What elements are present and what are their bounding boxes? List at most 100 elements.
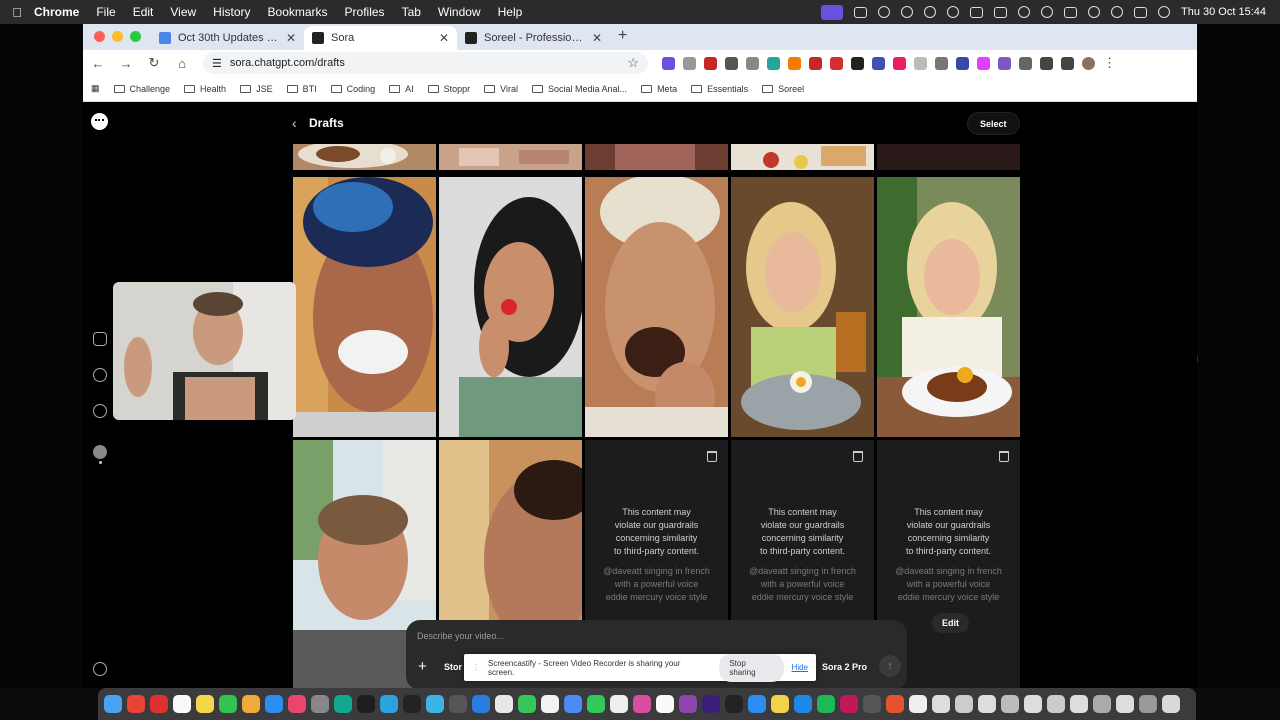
video-feed-icon[interactable]	[93, 332, 107, 346]
draft-thumbnail[interactable]	[731, 144, 874, 170]
tab-sora[interactable]: Sora ✕	[304, 26, 457, 50]
menu-app-name[interactable]: Chrome	[34, 5, 79, 19]
apple-icon[interactable]: 	[0, 5, 34, 20]
home-icon[interactable]: ⌂	[175, 56, 189, 71]
notifications-icon[interactable]	[93, 404, 107, 418]
bookmark-soreel[interactable]: Soreel	[762, 84, 804, 94]
forward-arrow-icon[interactable]: →	[119, 56, 133, 71]
extension-icon[interactable]	[830, 56, 843, 70]
wifi-icon[interactable]	[1088, 6, 1100, 18]
camera-icon[interactable]	[994, 6, 1007, 18]
draft-thumbnail[interactable]	[731, 177, 874, 437]
extension-icon[interactable]	[662, 56, 675, 70]
app-icon[interactable]	[403, 695, 421, 713]
bookmark-social-media[interactable]: Social Media Anal...	[532, 84, 627, 94]
stop-sharing-button[interactable]: Stop sharing	[719, 653, 784, 682]
menu-window[interactable]: Window	[438, 5, 481, 19]
zoom-window-button[interactable]	[130, 31, 141, 42]
recent-window-icon[interactable]	[932, 695, 950, 713]
site-info-icon[interactable]: ☰	[212, 57, 222, 70]
slack-icon[interactable]	[288, 695, 306, 713]
draft-thumbnail[interactable]	[293, 177, 436, 437]
recent-window-icon[interactable]	[955, 695, 973, 713]
pages-icon[interactable]	[242, 695, 260, 713]
app-icon[interactable]	[426, 695, 444, 713]
back-chevron-icon[interactable]: ‹	[292, 115, 297, 131]
extension-icon[interactable]	[893, 56, 906, 70]
app-icon[interactable]	[840, 695, 858, 713]
recent-window-icon[interactable]	[1116, 695, 1134, 713]
app-store-icon[interactable]	[265, 695, 283, 713]
app-icon[interactable]	[472, 695, 490, 713]
tab-google-doc[interactable]: Oct 30th Updates - Google D ✕	[151, 26, 304, 50]
app-icon[interactable]	[518, 695, 536, 713]
menu-bookmarks[interactable]: Bookmarks	[268, 5, 328, 19]
trash-icon[interactable]	[707, 451, 717, 462]
extension-icon[interactable]	[851, 56, 864, 70]
close-window-button[interactable]	[94, 31, 105, 42]
extensions-puzzle-icon[interactable]	[1019, 56, 1032, 70]
bookmark-health[interactable]: Health	[184, 84, 226, 94]
menu-history[interactable]: History	[213, 5, 250, 19]
downloads-icon[interactable]	[1139, 695, 1157, 713]
siri-icon[interactable]	[1158, 6, 1170, 18]
cloud-icon[interactable]	[947, 6, 959, 18]
tab-soreel[interactable]: Soreel - Professional AI Video ✕	[457, 26, 610, 50]
extension-icon[interactable]	[746, 56, 759, 70]
recent-window-icon[interactable]	[1001, 695, 1019, 713]
draft-thumbnail[interactable]	[293, 144, 436, 170]
bookmark-meta[interactable]: Meta	[641, 84, 677, 94]
extension-icon[interactable]	[704, 56, 717, 70]
extension-icon[interactable]	[788, 56, 801, 70]
trash-icon[interactable]	[999, 451, 1009, 462]
extension-icon[interactable]	[914, 56, 927, 70]
extension-icon[interactable]	[956, 56, 969, 70]
send-arrow-icon[interactable]: ↑	[879, 655, 901, 677]
recent-window-icon[interactable]	[1093, 695, 1111, 713]
draft-thumbnail[interactable]	[585, 177, 728, 437]
settings-icon[interactable]	[311, 695, 329, 713]
close-tab-icon[interactable]: ✕	[286, 31, 296, 45]
settings-more-icon[interactable]	[93, 662, 107, 676]
menu-edit[interactable]: Edit	[133, 5, 154, 19]
profile-avatar[interactable]	[93, 445, 107, 459]
cursor-app-icon[interactable]	[334, 695, 352, 713]
profile-avatar[interactable]	[1082, 56, 1095, 70]
app-icon[interactable]	[748, 695, 766, 713]
add-media-icon[interactable]: +	[418, 658, 427, 675]
recent-window-icon[interactable]	[978, 695, 996, 713]
bookmark-challenge[interactable]: Challenge	[113, 84, 170, 94]
app-icon[interactable]	[449, 695, 467, 713]
photos-icon[interactable]	[656, 695, 674, 713]
extension-icon[interactable]	[935, 56, 948, 70]
new-tab-button[interactable]: +	[610, 27, 637, 50]
control-center-icon[interactable]	[1134, 6, 1147, 18]
drag-handle-icon[interactable]: ⋮	[472, 663, 480, 672]
menu-file[interactable]: File	[96, 5, 115, 19]
trash-icon[interactable]	[1162, 695, 1180, 713]
spotify-icon[interactable]	[817, 695, 835, 713]
bookmark-coding[interactable]: Coding	[330, 84, 375, 94]
bookmark-viral[interactable]: Viral	[484, 84, 518, 94]
hide-link[interactable]: Hide	[792, 663, 808, 672]
menu-view[interactable]: View	[170, 5, 196, 19]
menu-help[interactable]: Help	[498, 5, 523, 19]
extension-icon[interactable]	[977, 56, 990, 70]
bookmark-star-icon[interactable]: ☆	[627, 55, 639, 71]
more-menu-icon[interactable]: ⋮	[1103, 55, 1116, 71]
search-icon[interactable]	[93, 368, 107, 382]
display-icon[interactable]	[854, 6, 867, 18]
sync-icon[interactable]	[901, 6, 913, 18]
close-tab-icon[interactable]: ✕	[592, 31, 602, 45]
messages-icon[interactable]	[587, 695, 605, 713]
draft-thumbnail[interactable]	[439, 144, 582, 170]
menu-tab[interactable]: Tab	[402, 5, 421, 19]
extension-icon[interactable]	[725, 56, 738, 70]
clock[interactable]: Thu 30 Oct 15:44	[1181, 6, 1266, 18]
edit-button[interactable]: Edit	[932, 613, 969, 633]
user-icon[interactable]	[1018, 6, 1030, 18]
battery-icon[interactable]	[1064, 6, 1077, 18]
recent-window-icon[interactable]	[1070, 695, 1088, 713]
address-bar[interactable]: ☰ sora.chatgpt.com/drafts ☆	[203, 52, 648, 74]
draft-thumbnail[interactable]	[877, 144, 1020, 170]
